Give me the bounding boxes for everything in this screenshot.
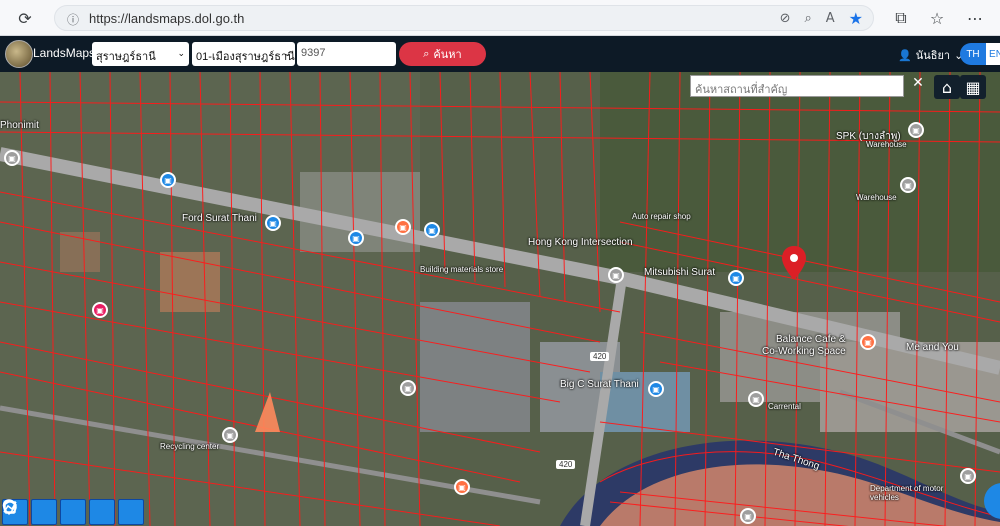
shopping-poi-icon[interactable]: ▣ xyxy=(728,270,744,286)
user-icon: 👤 xyxy=(898,49,912,62)
road-shield: 420 xyxy=(556,460,576,469)
pink-poi-icon[interactable]: ▣ xyxy=(92,302,108,318)
map-label: Me and You xyxy=(906,342,959,353)
grid-layer-icon[interactable]: ▦ xyxy=(960,75,986,99)
chevron-down-icon: ⌄ xyxy=(177,48,185,58)
url-text: https://landsmaps.dol.go.th xyxy=(89,11,245,26)
user-name: นันธิยา xyxy=(915,50,951,62)
shopping-poi-icon[interactable]: ▣ xyxy=(265,215,281,231)
drawing-toolbar xyxy=(2,499,144,525)
gray-poi-icon[interactable]: ▣ xyxy=(740,508,756,524)
food-poi-icon[interactable]: ▣ xyxy=(454,479,470,495)
user-menu[interactable]: 👤 นันธิยา ⌄ xyxy=(898,46,963,64)
search-icon: ⌕ xyxy=(423,47,430,60)
shopping-poi-icon[interactable]: ▣ xyxy=(424,222,440,238)
circle-tool-icon[interactable] xyxy=(3,499,144,525)
map-label: Warehouse xyxy=(866,140,907,149)
food-poi-icon[interactable]: ▣ xyxy=(395,219,411,235)
shopping-poi-icon[interactable]: ▣ xyxy=(648,381,664,397)
close-icon[interactable]: ✕ xyxy=(910,75,926,95)
gray-poi-icon[interactable]: ▣ xyxy=(222,427,238,443)
zoom-icon[interactable]: ⌕ xyxy=(804,11,811,26)
district-value: 01-เมืองสุราษฎร์ธานี xyxy=(196,51,295,63)
map-label: Phonimit xyxy=(0,120,39,131)
app-header: LandsMaps สุราษฎร์ธานี ⌄ 01-เมืองสุราษฎร… xyxy=(0,36,1000,72)
map-label: Big C Surat Thani xyxy=(560,379,639,390)
map-label: Auto repair shop xyxy=(632,212,691,221)
gray-poi-icon[interactable]: ▣ xyxy=(608,267,624,283)
read-aloud-icon[interactable]: A xyxy=(826,11,835,26)
map-label: Warehouse xyxy=(856,193,897,202)
lang-en-button[interactable]: EN xyxy=(986,43,1000,65)
address-bar[interactable]: ⓘ https://landsmaps.dol.go.th ⊘ ⌕ A ★ xyxy=(54,5,874,31)
landsmaps-logo xyxy=(5,40,33,68)
province-select[interactable]: สุราษฎร์ธานี ⌄ xyxy=(92,42,189,66)
reload-icon[interactable]: ⟳ xyxy=(12,5,38,31)
search-button-label: ค้นหา xyxy=(433,49,462,61)
rectangle-tool-icon[interactable] xyxy=(4,499,115,525)
map-label: Balance Cafe & xyxy=(776,334,846,345)
gray-poi-icon[interactable]: ▣ xyxy=(908,122,924,138)
favorite-star-icon[interactable]: ★ xyxy=(849,9,863,28)
gray-poi-icon[interactable]: ▣ xyxy=(400,380,416,396)
app-title: LandsMaps xyxy=(33,46,96,60)
cart-poi-icon[interactable]: ▣ xyxy=(348,230,364,246)
map-label: Department of motor vehicles xyxy=(870,484,944,502)
gray-poi-icon[interactable]: ▣ xyxy=(4,150,20,166)
search-button[interactable]: ⌕ ค้นหา xyxy=(399,42,486,66)
map-label: Recycling center xyxy=(160,442,220,451)
cafe-poi-icon[interactable]: ▣ xyxy=(860,334,876,350)
shopping-poi-icon[interactable]: ▣ xyxy=(160,172,176,188)
satellite-map[interactable]: Ford Surat Thani Hong Kong Intersection … xyxy=(0,72,1000,526)
polyline-tool-icon[interactable] xyxy=(3,499,57,525)
parcel-number-value: 9397 xyxy=(301,47,326,59)
road-shield: 420 xyxy=(590,352,610,361)
chevron-down-icon: ⌄ xyxy=(283,48,291,58)
lang-th-button[interactable]: TH xyxy=(960,43,986,65)
map-label: Co-Working Space xyxy=(762,346,846,357)
home-icon[interactable]: ⌂ xyxy=(934,75,960,99)
map-label: Hong Kong Intersection xyxy=(528,237,633,248)
more-menu-icon[interactable]: ⋯ xyxy=(962,5,988,31)
map-label: Mitsubishi Surat xyxy=(644,267,716,278)
gray-poi-icon[interactable]: ▣ xyxy=(748,391,764,407)
map-label: Building materials store xyxy=(420,265,504,274)
favorites-icon[interactable]: ☆ xyxy=(924,5,950,31)
gray-poi-icon[interactable]: ▣ xyxy=(900,177,916,193)
site-info-icon[interactable]: ⓘ xyxy=(67,11,79,28)
extensions-icon[interactable]: ⧉ xyxy=(888,5,914,31)
province-value: สุราษฎร์ธานี xyxy=(96,51,156,63)
gray-poi-icon[interactable]: ▣ xyxy=(960,468,976,484)
parcel-number-input[interactable]: 9397 xyxy=(297,42,396,66)
map-label: Ford Surat Thani xyxy=(182,213,257,224)
district-select[interactable]: 01-เมืองสุราษฎร์ธานี ⌄ xyxy=(192,42,295,66)
map-label: Carrental xyxy=(768,402,801,411)
tracking-prevention-icon[interactable]: ⊘ xyxy=(780,11,791,26)
browser-toolbar: ⟳ ⓘ https://landsmaps.dol.go.th ⊘ ⌕ A ★ … xyxy=(0,0,1000,36)
polygon-tool-icon[interactable] xyxy=(3,499,86,525)
place-search-input[interactable]: ค้นหาสถานที่สำคัญ xyxy=(690,75,904,97)
